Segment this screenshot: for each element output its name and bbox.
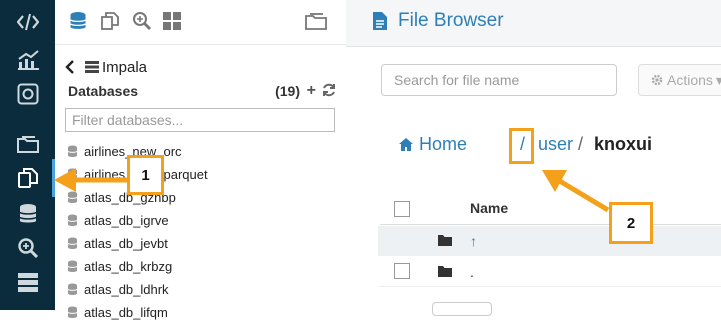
sql-database-icon[interactable] xyxy=(67,10,89,32)
assist-panel: Impala Databases (19) + airlines_new_orc… xyxy=(55,0,347,320)
database-icon xyxy=(67,260,78,272)
grid-icon[interactable] xyxy=(161,10,183,32)
table-row[interactable] xyxy=(378,226,721,256)
folder-open-icon[interactable] xyxy=(305,10,327,32)
database-name: atlas_db_igrve xyxy=(84,212,169,228)
page-title: File Browser xyxy=(372,10,504,32)
search-icon[interactable] xyxy=(0,230,55,266)
database-item[interactable]: airlines_new_orc xyxy=(67,141,182,161)
annotation-callout-2: 2 xyxy=(609,202,653,244)
database-item[interactable]: atlas_db_jevbt xyxy=(67,233,168,253)
database-item[interactable]: atlas_db_igrve xyxy=(67,210,169,230)
select-all-checkbox[interactable] xyxy=(394,201,410,217)
jobs-icon[interactable] xyxy=(0,76,55,112)
database-name: atlas_db_lifqm xyxy=(84,304,168,320)
home-link[interactable]: Home xyxy=(398,134,467,155)
annotation-highlight-root xyxy=(509,128,534,164)
table-divider xyxy=(380,224,721,225)
server-icon xyxy=(85,61,99,73)
database-item[interactable]: atlas_db_ldhrk xyxy=(67,279,169,299)
database-name: atlas_db_krbzg xyxy=(84,258,173,274)
plus-icon[interactable]: + xyxy=(307,82,316,100)
database-icon xyxy=(67,283,78,295)
caret-down-icon: ▾ xyxy=(715,71,721,88)
search-file-input[interactable] xyxy=(381,64,617,96)
gear-icon xyxy=(651,74,663,86)
table-row[interactable] xyxy=(378,256,721,287)
annotation-callout-1: 1 xyxy=(127,155,164,195)
code-icon[interactable] xyxy=(0,4,55,40)
current-directory-link[interactable]: . xyxy=(470,264,474,280)
assist-breadcrumb[interactable]: Impala xyxy=(65,57,147,77)
folder-icon[interactable] xyxy=(0,126,55,162)
pagination-control[interactable] xyxy=(432,302,492,316)
database-item[interactable]: atlas_db_lifqm xyxy=(67,302,168,322)
chevron-left-icon[interactable] xyxy=(65,60,75,74)
file-icon xyxy=(373,12,387,30)
database-icon xyxy=(67,168,78,180)
breadcrumb-label: Impala xyxy=(102,58,148,76)
left-nav-rail xyxy=(0,0,55,310)
database-item[interactable]: atlas_db_krbzg xyxy=(67,256,172,276)
chart-icon[interactable] xyxy=(0,42,55,78)
assist-toolbar xyxy=(55,0,346,45)
database-icon[interactable] xyxy=(0,196,55,232)
actions-button[interactable]: Actions ▾ xyxy=(638,64,721,96)
folder-icon xyxy=(438,235,452,246)
folder-icon xyxy=(438,266,452,277)
home-label: Home xyxy=(419,134,468,154)
database-name: atlas_db_jevbt xyxy=(84,235,168,251)
search-icon[interactable] xyxy=(131,10,153,32)
parent-directory-link[interactable]: ↑ xyxy=(470,233,477,249)
refresh-icon[interactable] xyxy=(322,83,336,97)
row-checkbox[interactable] xyxy=(394,263,410,279)
databases-header: Databases (19) + xyxy=(68,82,338,103)
database-icon xyxy=(67,237,78,249)
home-icon xyxy=(399,138,413,151)
database-icon xyxy=(67,191,78,203)
databases-count: (19) xyxy=(275,83,300,99)
server-icon[interactable] xyxy=(0,264,55,300)
database-icon xyxy=(67,145,78,157)
path-current-folder: knoxui xyxy=(594,134,653,154)
databases-title: Databases xyxy=(68,83,139,99)
documents-icon[interactable] xyxy=(0,160,55,196)
page-title-text: File Browser xyxy=(398,10,504,31)
database-icon xyxy=(67,306,78,318)
filter-databases-input[interactable] xyxy=(65,108,335,132)
database-icon xyxy=(67,214,78,226)
column-header-name[interactable]: Name xyxy=(470,200,508,216)
path-separator: / xyxy=(578,134,584,154)
actions-label: Actions xyxy=(667,72,713,88)
path-segment-user[interactable]: user xyxy=(538,134,573,155)
documents-icon[interactable] xyxy=(99,10,121,32)
database-name: atlas_db_ldhrk xyxy=(84,281,169,297)
